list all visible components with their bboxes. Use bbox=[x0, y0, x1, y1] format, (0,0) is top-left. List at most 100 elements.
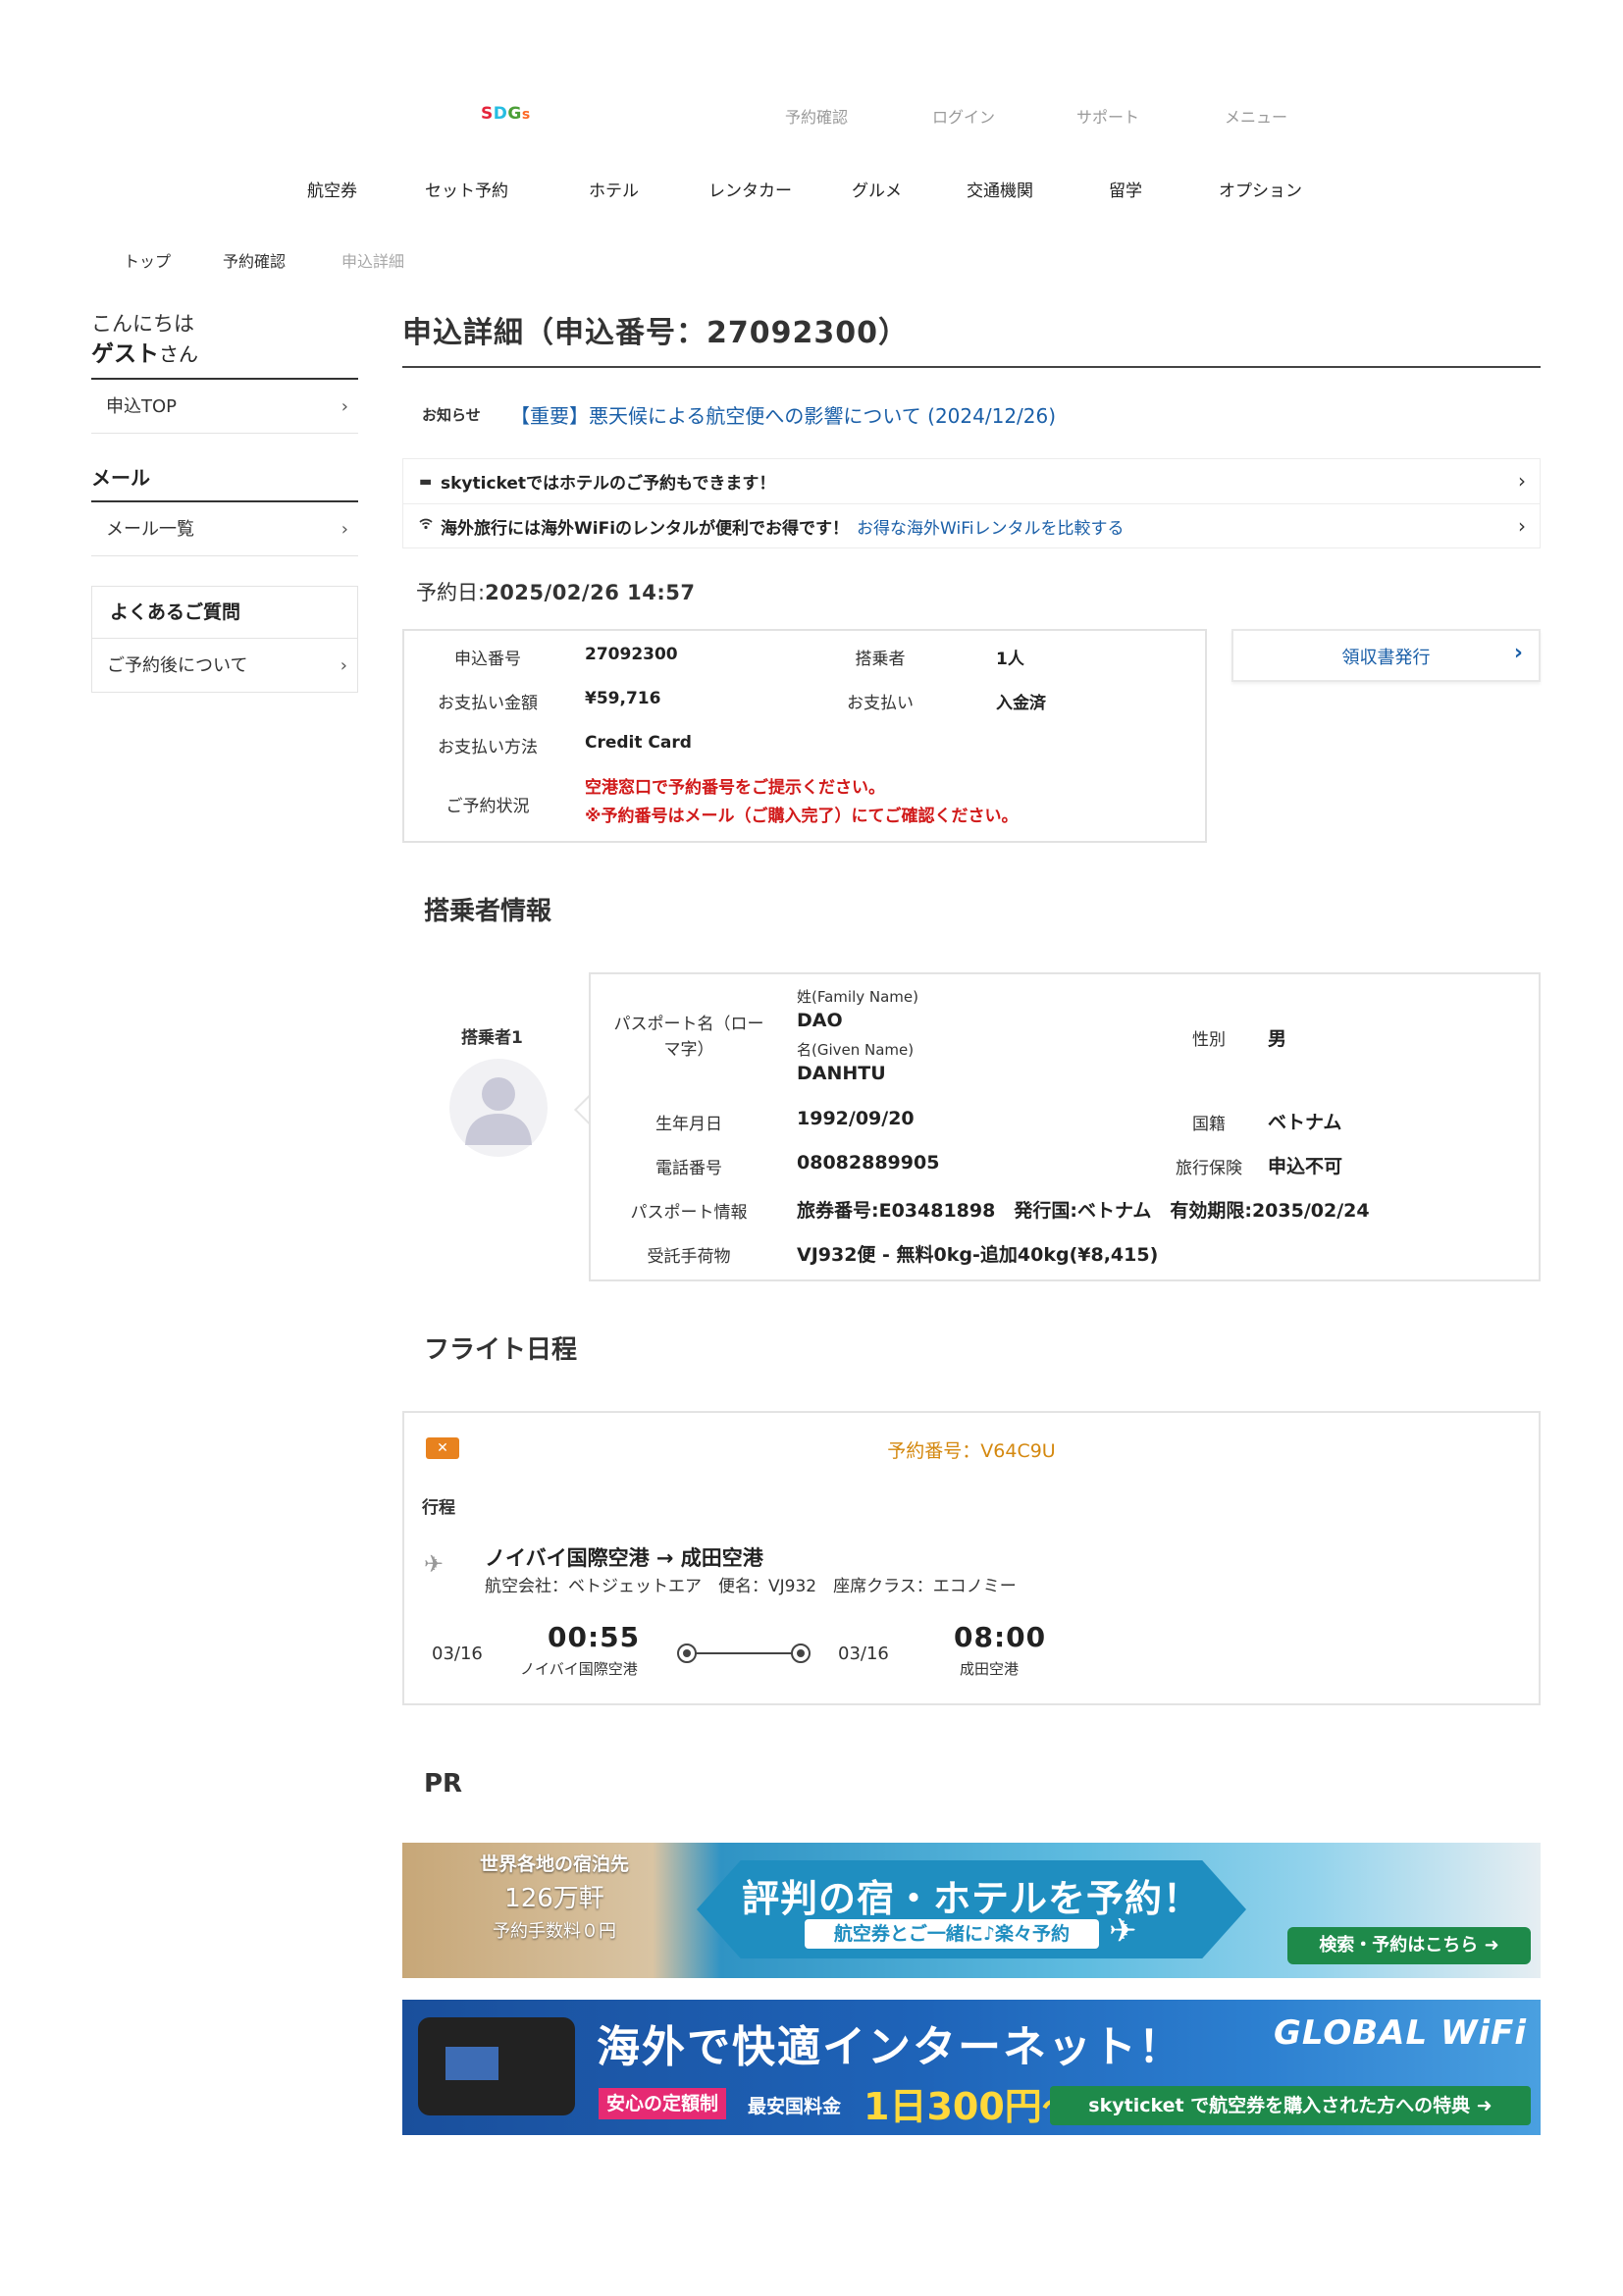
breadcrumb-top[interactable]: トップ bbox=[124, 248, 171, 272]
promo-hotel-text: skyticketではホテルのご予約もできます！ bbox=[441, 474, 776, 494]
nav-gourmet[interactable]: グルメ bbox=[852, 177, 902, 201]
sidebar-item-label: ご予約後について bbox=[107, 655, 248, 676]
wifi-ad-tag: 安心の定額制 bbox=[599, 2088, 727, 2119]
departure-airport: ノイバイ国際空港 bbox=[520, 1660, 638, 1678]
airplane-icon: ✈ bbox=[1109, 1911, 1137, 1951]
router-screen bbox=[445, 2047, 498, 2080]
header-link-menu[interactable]: メニュー bbox=[1225, 104, 1287, 128]
passenger-section-title: 搭乗者情報 bbox=[424, 897, 552, 926]
nav-set-booking[interactable]: セット予約 bbox=[425, 177, 508, 201]
departure-time: 00:55 bbox=[548, 1621, 641, 1653]
family-name-label: 姓(Family Name) bbox=[797, 988, 918, 1006]
booking-summary: 申込番号 27092300 搭乗者 1人 お支払い金額 ¥59,716 お支払い… bbox=[402, 629, 1207, 843]
alert-line: 空港窓口で予約番号をご提示ください。 bbox=[585, 778, 885, 798]
payment-method-label: お支払い方法 bbox=[438, 738, 538, 757]
promo-hotel[interactable]: ▬ skyticketではホテルのご予約もできます！ › bbox=[403, 459, 1540, 503]
nav-study-abroad[interactable]: 留学 bbox=[1109, 177, 1142, 201]
sidebar-item-label: メール一覧 bbox=[106, 519, 194, 540]
booking-summary-area: 申込番号 27092300 搭乗者 1人 お支払い金額 ¥59,716 お支払い… bbox=[402, 629, 1541, 843]
notice-label: お知らせ bbox=[422, 405, 481, 424]
passport-info-label: パスポート情報 bbox=[630, 1203, 748, 1223]
sidebar-item-after-booking[interactable]: ご予約後について › bbox=[92, 638, 357, 692]
gender-label: 性別 bbox=[1192, 1030, 1226, 1050]
faq-heading: よくあるご質問 bbox=[110, 601, 241, 623]
nav-hotel[interactable]: ホテル bbox=[589, 177, 639, 201]
family-name-value: DAO bbox=[797, 1010, 843, 1031]
hotel-ad-badge: 世界各地の宿泊先 126万軒 予約手数料０円 bbox=[471, 1851, 638, 1945]
application-number-label: 申込番号 bbox=[454, 650, 521, 669]
gender-value: 男 bbox=[1268, 1028, 1287, 1050]
wifi-ad-price: 1日300円～ bbox=[864, 2085, 1079, 2128]
chevron-right-icon: › bbox=[1513, 641, 1523, 665]
hotel-ad-line: 世界各地の宿泊先 bbox=[479, 1853, 629, 1875]
flight-details: 航空会社：ベトジェットエア 便名：VJ932 座席クラス：エコノミー bbox=[485, 1577, 1017, 1596]
hotel-search-button[interactable]: 検索・予約はこちら ➜ bbox=[1287, 1927, 1531, 1964]
guest-name: ゲストさん bbox=[91, 339, 358, 370]
nav-rental-car[interactable]: レンタカー bbox=[708, 177, 792, 201]
nationality-label: 国籍 bbox=[1192, 1115, 1226, 1134]
chevron-right-icon: › bbox=[340, 519, 348, 540]
insurance-label: 旅行保険 bbox=[1176, 1159, 1242, 1178]
passenger-count-value: 1人 bbox=[996, 650, 1024, 669]
guest-suffix: さん bbox=[159, 342, 198, 366]
guest-name-text: ゲスト bbox=[91, 341, 159, 367]
booking-status-label: ご予約状況 bbox=[445, 797, 530, 816]
promo-wifi[interactable]: 海外旅行には海外WiFiのレンタルが便利でお得です！ お得な海外WiFiレンタル… bbox=[403, 503, 1540, 548]
nav-flights[interactable]: 航空券 bbox=[307, 177, 357, 201]
birth-date-label: 生年月日 bbox=[655, 1115, 722, 1134]
breadcrumb: トップ 予約確認 申込詳細 bbox=[0, 248, 1623, 272]
chevron-right-icon: › bbox=[340, 396, 348, 417]
sidebar-item-label: 申込TOP bbox=[106, 396, 178, 417]
sidebar-item-application-top[interactable]: 申込TOP › bbox=[91, 380, 358, 434]
passenger-details: パスポート名（ローマ字） 姓(Family Name) DAO 名(Given … bbox=[589, 972, 1541, 1281]
given-name-label: 名(Given Name) bbox=[797, 1041, 915, 1059]
page-title: 申込詳細（申込番号：27092300） bbox=[402, 309, 1541, 368]
wifi-ad-title: 海外で快適インターネット！ bbox=[597, 2022, 1183, 2072]
wifi-ad-price-label: 最安国料金 bbox=[748, 2096, 842, 2117]
hotel-ad-center: 評判の宿・ホテルを予約！ 航空券とご一緒に♪楽々予約 ✈ bbox=[697, 1860, 1246, 1958]
passenger-count-label: 搭乗者 bbox=[855, 650, 906, 669]
arrival-date: 03/16 bbox=[838, 1644, 889, 1664]
payment-status-value: 入金済 bbox=[996, 694, 1046, 713]
flight-route: ノイバイ国際空港 → 成田空港 bbox=[485, 1546, 763, 1570]
timeline-line bbox=[687, 1652, 801, 1654]
header-link-support[interactable]: サポート bbox=[1076, 104, 1139, 128]
hotel-ad-subtitle: 航空券とご一緒に♪楽々予約 bbox=[805, 1919, 1099, 1949]
alert-line: ※予約番号はメール（ご購入完了）にてご確認ください。 bbox=[585, 807, 1019, 826]
reservation-date: 予約日:2025/02/26 14:57 bbox=[402, 576, 1541, 609]
receipt-button[interactable]: 領収書発行 › bbox=[1231, 629, 1541, 682]
notice-link[interactable]: 【重要】悪天候による航空便への影響について (2024/12/26) bbox=[510, 400, 1056, 429]
flight-card: ✕ 予約番号：V64C9U 行程 ✈ ノイバイ国際空港 → 成田空港 航空会社：… bbox=[402, 1411, 1541, 1705]
promo-list: ▬ skyticketではホテルのご予約もできます！ › 海外旅行には海外WiF… bbox=[402, 458, 1541, 548]
avatar bbox=[449, 1059, 548, 1157]
receipt-button-label: 領収書発行 bbox=[1341, 648, 1431, 668]
breadcrumb-reservation-check[interactable]: 予約確認 bbox=[223, 248, 286, 272]
wifi-ad-perk-button[interactable]: skyticket で航空券を購入された方への特典 ➜ bbox=[1050, 2086, 1531, 2125]
airplane-icon: ✈ bbox=[424, 1550, 445, 1578]
main-content: 申込詳細（申込番号：27092300） お知らせ 【重要】悪天候による航空便への… bbox=[402, 309, 1541, 2135]
wifi-router-icon bbox=[418, 2017, 575, 2115]
nationality-value: ベトナム bbox=[1268, 1112, 1342, 1133]
passport-info-value: 旅券番号:E03481898 発行国:ベトナム 有効期限:2035/02/24 bbox=[797, 1200, 1370, 1222]
greeting: こんにちは bbox=[91, 312, 194, 336]
nav-transport[interactable]: 交通機関 bbox=[967, 177, 1033, 201]
baggage-value: VJ932便 - 無料0kg-追加40kg(¥8,415) bbox=[797, 1244, 1159, 1266]
hotel-ad-line: 予約手数料０円 bbox=[493, 1921, 616, 1942]
header-link-login[interactable]: ログイン bbox=[932, 104, 995, 128]
application-number-value: 27092300 bbox=[585, 645, 678, 664]
sidebar-mail-heading: メール bbox=[91, 466, 150, 490]
promo-wifi-link[interactable]: お得な海外WiFiレンタルを比較する bbox=[857, 514, 1124, 539]
payment-method-value: Credit Card bbox=[585, 733, 692, 753]
wifi-ad-banner[interactable]: 海外で快適インターネット！ GLOBAL WiFi 安心の定額制 最安国料金 1… bbox=[402, 2000, 1541, 2135]
payment-status-label: お支払い bbox=[847, 694, 914, 713]
chevron-right-icon: › bbox=[1518, 469, 1526, 493]
flight-section-title: フライト日程 bbox=[424, 1335, 578, 1365]
sidebar-item-mail-list[interactable]: メール一覧 › bbox=[91, 502, 358, 556]
baggage-label: 受託手荷物 bbox=[647, 1247, 731, 1267]
reservation-date-label: 予約日: bbox=[416, 581, 486, 604]
header-link-reservation-check[interactable]: 予約確認 bbox=[785, 104, 848, 128]
given-name-value: DANHTU bbox=[797, 1063, 886, 1084]
hotel-ad-banner[interactable]: 世界各地の宿泊先 126万軒 予約手数料０円 評判の宿・ホテルを予約！ 航空券と… bbox=[402, 1843, 1541, 1978]
nav-options[interactable]: オプション bbox=[1219, 177, 1302, 201]
chevron-right-icon: › bbox=[340, 655, 347, 676]
